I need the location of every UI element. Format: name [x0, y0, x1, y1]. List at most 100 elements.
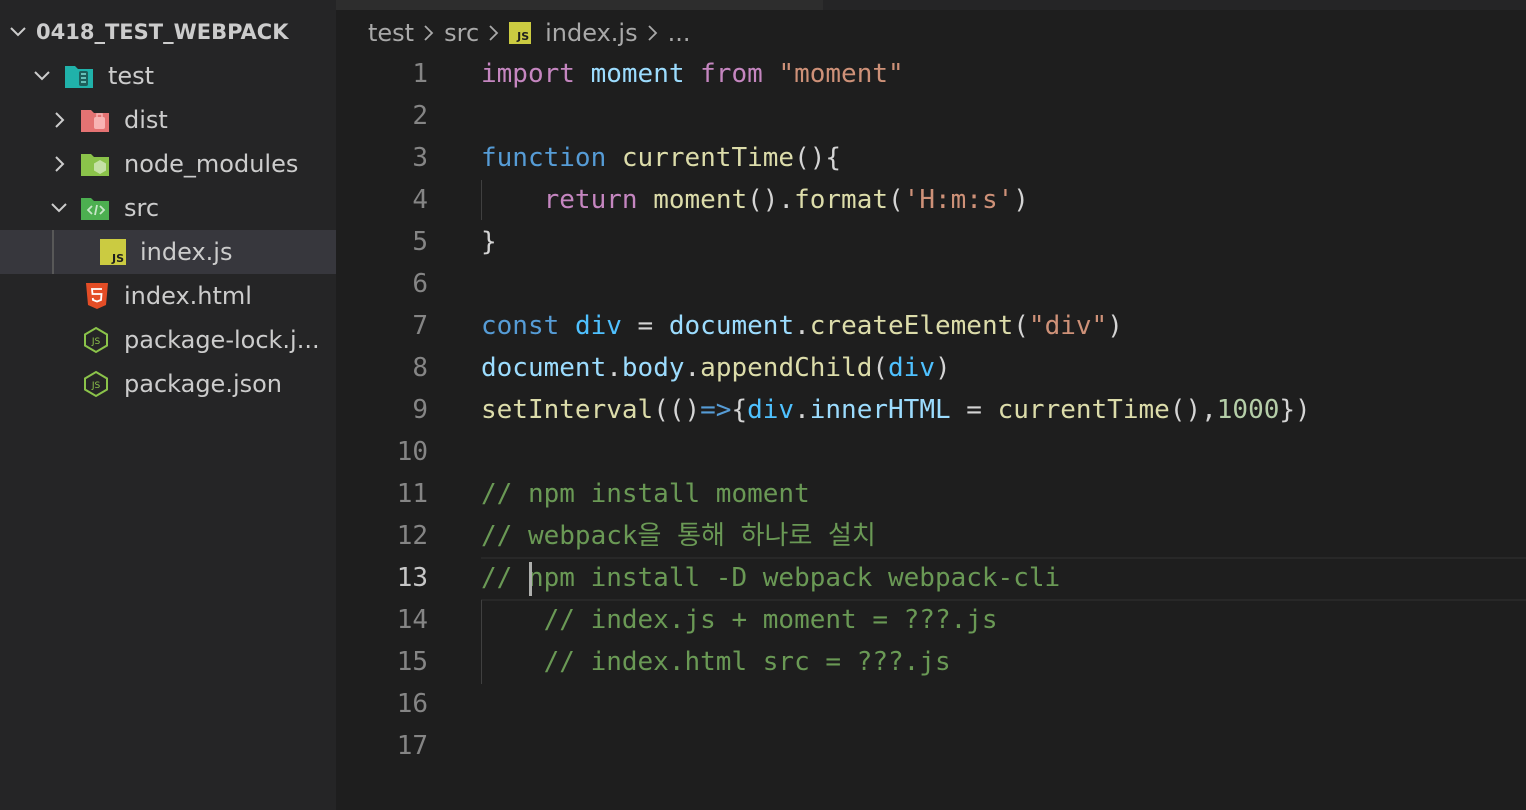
code-token: body	[621, 353, 685, 383]
chevron-down-icon[interactable]	[6, 20, 30, 44]
code-token: // npm install moment	[481, 479, 810, 509]
code-token: currentTime	[621, 143, 795, 173]
code-token: )	[934, 353, 951, 383]
code-token: (	[1013, 311, 1029, 341]
code-editor[interactable]: test src JS index.js ... 1 2 3 4 5 6 7 8 9 10 11 12…	[336, 0, 1526, 810]
code-token: =	[621, 311, 669, 341]
code-token: }	[481, 227, 497, 257]
line-number: 11	[396, 479, 428, 509]
breadcrumb-item[interactable]: src	[444, 19, 479, 47]
code-token: // npm install -D webpack webpack-cli	[481, 563, 1061, 593]
line-number: 2	[412, 101, 428, 131]
line-number: 16	[396, 689, 428, 719]
breadcrumb-item[interactable]: index.js	[545, 19, 637, 47]
code-line[interactable]: // npm install moment	[481, 473, 810, 515]
code-line[interactable]: import moment from "moment"	[481, 53, 904, 95]
code-token: })	[1279, 395, 1311, 425]
tree-item-label: node_modules	[124, 150, 299, 178]
code-line[interactable]: const div = document.createElement("div"…	[481, 305, 1123, 347]
code-token: return	[543, 185, 638, 215]
tree-item-package-lock[interactable]: JS package-lock.j...	[0, 318, 336, 362]
tree-item-index-html[interactable]: index.html	[0, 274, 336, 318]
tree-item-src[interactable]: src	[0, 186, 336, 230]
code-token: (){	[794, 143, 842, 173]
chevron-down-icon[interactable]	[30, 64, 54, 88]
code-token: div	[574, 311, 622, 341]
code-line[interactable]: // index.js + moment = ???.js	[481, 599, 998, 641]
line-number: 3	[412, 143, 428, 173]
code-token: .	[794, 395, 810, 425]
code-token: 'H:m:s'	[903, 185, 1014, 215]
code-token: document	[668, 311, 795, 341]
line-number: 5	[412, 227, 428, 257]
code-token: div	[888, 353, 935, 383]
code-line[interactable]: return moment().format('H:m:s')	[481, 179, 1029, 221]
tree-item-test[interactable]: test	[0, 54, 336, 98]
code-token: (	[888, 185, 904, 215]
folder-test-icon	[64, 61, 94, 91]
code-line[interactable]: // index.html src = ???.js	[481, 641, 951, 683]
text-cursor	[529, 562, 532, 596]
code-line[interactable]: document.body.appendChild(div)	[481, 347, 951, 389]
tree-item-label: src	[124, 194, 160, 222]
code-line[interactable]: // npm install -D webpack webpack-cli	[481, 557, 1060, 599]
code-token: "moment"	[778, 59, 904, 89]
tree-item-label: dist	[124, 106, 168, 134]
js-file-icon: JS	[98, 237, 128, 267]
code-token: )	[1013, 185, 1029, 215]
code-token: {	[731, 395, 748, 425]
code-token: div	[747, 395, 795, 425]
line-number: 14	[396, 605, 428, 635]
tab-bar-segment	[336, 0, 823, 10]
tree-indent-guide	[52, 230, 54, 274]
line-number: 4	[412, 185, 428, 215]
nodejs-file-icon: JS	[81, 369, 111, 399]
svg-text:JS: JS	[91, 337, 101, 347]
tree-item-index-js[interactable]: JS index.js	[0, 230, 336, 274]
folder-src-icon	[80, 193, 110, 223]
code-line[interactable]: }	[481, 221, 497, 263]
tree-item-label: index.html	[124, 282, 252, 310]
tree-item-dist[interactable]: dist	[0, 98, 336, 142]
code-line[interactable]: // webpack을 통해 하나로 설치	[481, 515, 876, 557]
breadcrumb-item[interactable]: ...	[668, 19, 691, 47]
line-number: 15	[396, 647, 428, 677]
explorer-sidebar: 0418_TEST_WEBPACK test dist node_modules	[0, 0, 336, 810]
tree-item-node-modules[interactable]: node_modules	[0, 142, 336, 186]
code-token: appendChild	[700, 353, 873, 383]
code-token: format	[794, 185, 889, 215]
code-token: (),	[1169, 395, 1217, 425]
html5-file-icon	[82, 281, 112, 311]
chevron-right-icon	[646, 24, 660, 42]
line-number: 17	[396, 731, 428, 761]
code-line[interactable]: setInterval(()=>{div.innerHTML = current…	[481, 389, 1311, 431]
breadcrumb-item[interactable]: test	[368, 19, 414, 47]
code-token: createElement	[809, 311, 1014, 341]
tree-item-label: package-lock.j...	[124, 326, 320, 354]
tree-item-label: index.js	[140, 238, 233, 266]
tree-item-package-json[interactable]: JS package.json	[0, 362, 336, 406]
chevron-down-icon[interactable]	[47, 196, 71, 220]
tree-item-label: test	[108, 62, 155, 90]
code-token: ().	[747, 185, 795, 215]
chevron-right-icon[interactable]	[47, 108, 71, 132]
chevron-right-icon[interactable]	[47, 152, 71, 176]
tree-item-label: package.json	[124, 370, 283, 398]
chevron-right-icon	[422, 24, 436, 42]
code-token: )	[1107, 311, 1123, 341]
code-token: const	[481, 311, 560, 341]
code-token: document	[481, 353, 607, 383]
code-token: .	[794, 311, 810, 341]
code-line[interactable]: function currentTime(){	[481, 137, 841, 179]
explorer-root-header[interactable]: 0418_TEST_WEBPACK	[0, 10, 336, 54]
code-token: =	[950, 395, 998, 425]
line-number: 9	[412, 395, 428, 425]
line-number: 12	[396, 521, 428, 551]
code-token: "div"	[1028, 311, 1108, 341]
